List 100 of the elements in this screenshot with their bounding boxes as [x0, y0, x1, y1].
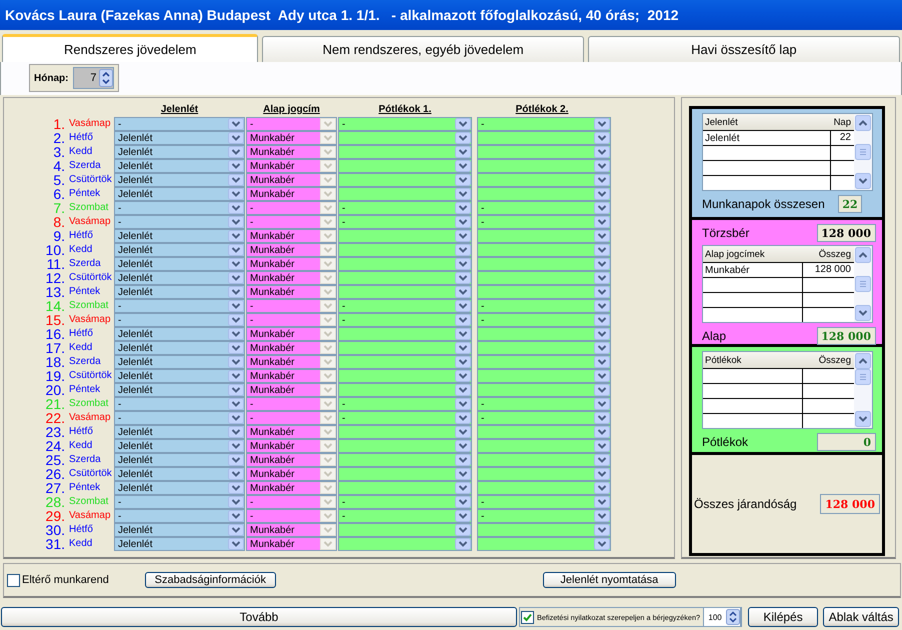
base-dropdown[interactable]: - [246, 313, 337, 327]
base-dropdown[interactable]: Munkabér [246, 257, 337, 271]
attendance-dropdown[interactable]: Jelenlét [114, 187, 245, 201]
supplement-dropdown[interactable] [338, 425, 472, 439]
base-dropdown[interactable]: Munkabér [246, 369, 337, 383]
supplement-dropdown[interactable]: - [338, 299, 472, 313]
base-dropdown[interactable]: Munkabér [246, 173, 337, 187]
supplement-dropdown[interactable] [477, 187, 611, 201]
supplement-dropdown[interactable] [477, 439, 611, 453]
base-dropdown[interactable]: Munkabér [246, 285, 337, 299]
print-attendance-button[interactable]: Jelenlét nyomtatása [542, 572, 676, 588]
supplement-dropdown[interactable] [477, 425, 611, 439]
base-dropdown[interactable]: Munkabér [246, 187, 337, 201]
supplement-dropdown[interactable] [477, 159, 611, 173]
attendance-dropdown[interactable]: Jelenlét [114, 523, 245, 537]
attendance-dropdown[interactable]: Jelenlét [114, 159, 245, 173]
base-dropdown[interactable]: Munkabér [246, 243, 337, 257]
supplement-dropdown[interactable] [338, 481, 472, 495]
supplement-dropdown[interactable] [338, 285, 472, 299]
supplement-dropdown[interactable]: - [338, 495, 472, 509]
attendance-dropdown[interactable]: - [114, 495, 245, 509]
supplement-dropdown[interactable] [338, 257, 472, 271]
switch-window-button[interactable]: Ablak váltás [823, 607, 900, 627]
base-dropdown[interactable]: Munkabér [246, 523, 337, 537]
supplement-dropdown[interactable] [477, 285, 611, 299]
leave-info-button[interactable]: Szabadságinformációk [144, 572, 276, 588]
attendance-dropdown[interactable]: - [114, 215, 245, 229]
scroll-up-icon[interactable] [855, 115, 871, 131]
scroll-down-icon[interactable] [855, 305, 871, 321]
base-dropdown[interactable]: Munkabér [246, 439, 337, 453]
base-dropdown[interactable]: Munkabér [246, 327, 337, 341]
attendance-dropdown[interactable]: Jelenlét [114, 271, 245, 285]
attendance-dropdown[interactable]: Jelenlét [114, 481, 245, 495]
base-dropdown[interactable]: - [246, 495, 337, 509]
scrollbar[interactable] [854, 352, 872, 428]
base-dropdown[interactable]: Munkabér [246, 537, 337, 551]
supplement-dropdown[interactable] [477, 369, 611, 383]
supplement-dropdown[interactable] [338, 271, 472, 285]
attendance-dropdown[interactable]: Jelenlét [114, 341, 245, 355]
scroll-down-icon[interactable] [855, 173, 871, 189]
attendance-dropdown[interactable]: - [114, 299, 245, 313]
supplement-dropdown[interactable] [477, 341, 611, 355]
supplement-dropdown[interactable] [477, 355, 611, 369]
supplement-dropdown[interactable]: - [338, 509, 472, 523]
supplement-dropdown[interactable] [477, 131, 611, 145]
attendance-dropdown[interactable]: Jelenlét [114, 285, 245, 299]
attendance-dropdown[interactable]: Jelenlét [114, 537, 245, 551]
scroll-thumb-icon[interactable] [855, 144, 871, 160]
supplement-dropdown[interactable] [338, 145, 472, 159]
base-dropdown[interactable]: Munkabér [246, 467, 337, 481]
attendance-dropdown[interactable]: Jelenlét [114, 439, 245, 453]
scrollbar[interactable] [854, 246, 872, 322]
tab[interactable]: Rendszeres jövedelem [2, 34, 258, 62]
supplement-dropdown[interactable]: - [338, 313, 472, 327]
base-dropdown[interactable]: - [246, 509, 337, 523]
month-spinner[interactable]: 7 [73, 67, 114, 89]
base-dropdown[interactable]: Munkabér [246, 159, 337, 173]
supplement-dropdown[interactable]: - [477, 397, 611, 411]
tab[interactable]: Nem rendszeres, egyéb jövedelem [262, 36, 584, 62]
attendance-dropdown[interactable]: Jelenlét [114, 383, 245, 397]
supplement-dropdown[interactable]: - [477, 215, 611, 229]
supplement-dropdown[interactable]: - [477, 201, 611, 215]
base-dropdown[interactable]: - [246, 215, 337, 229]
supplement-dropdown[interactable] [477, 453, 611, 467]
supplement-dropdown[interactable] [477, 537, 611, 551]
scrollbar[interactable] [854, 114, 872, 190]
supplement-dropdown[interactable]: - [338, 117, 472, 131]
attendance-dropdown[interactable]: - [114, 117, 245, 131]
supplement-dropdown[interactable]: - [338, 397, 472, 411]
tab[interactable]: Havi összesítő lap [588, 36, 900, 62]
supplement-dropdown[interactable] [477, 327, 611, 341]
attendance-dropdown[interactable]: Jelenlét [114, 369, 245, 383]
attendance-dropdown[interactable]: Jelenlét [114, 467, 245, 481]
attendance-dropdown[interactable]: Jelenlét [114, 257, 245, 271]
supplement-dropdown[interactable] [338, 341, 472, 355]
supplement-dropdown[interactable] [477, 467, 611, 481]
supplement-dropdown[interactable] [477, 481, 611, 495]
base-dropdown[interactable]: Munkabér [246, 425, 337, 439]
supplement-dropdown[interactable] [338, 523, 472, 537]
supplement-dropdown[interactable]: - [477, 411, 611, 425]
attendance-dropdown[interactable]: - [114, 201, 245, 215]
copies-spinner[interactable]: 100 [703, 607, 742, 627]
attendance-dropdown[interactable]: - [114, 509, 245, 523]
base-dropdown[interactable]: Munkabér [246, 271, 337, 285]
supplement-dropdown[interactable]: - [338, 201, 472, 215]
next-button[interactable]: Tovább [1, 607, 517, 627]
base-dropdown[interactable]: - [246, 201, 337, 215]
attendance-dropdown[interactable]: Jelenlét [114, 145, 245, 159]
supplement-dropdown[interactable] [338, 159, 472, 173]
base-dropdown[interactable]: Munkabér [246, 131, 337, 145]
attendance-dropdown[interactable]: Jelenlét [114, 453, 245, 467]
supplement-dropdown[interactable] [477, 257, 611, 271]
scroll-thumb-icon[interactable] [855, 276, 871, 292]
base-dropdown[interactable]: - [246, 299, 337, 313]
supplement-dropdown[interactable] [338, 355, 472, 369]
attendance-dropdown[interactable]: Jelenlét [114, 131, 245, 145]
attendance-dropdown[interactable]: Jelenlét [114, 173, 245, 187]
attendance-dropdown[interactable]: Jelenlét [114, 355, 245, 369]
supplement-dropdown[interactable] [338, 131, 472, 145]
supplement-dropdown[interactable]: - [477, 299, 611, 313]
